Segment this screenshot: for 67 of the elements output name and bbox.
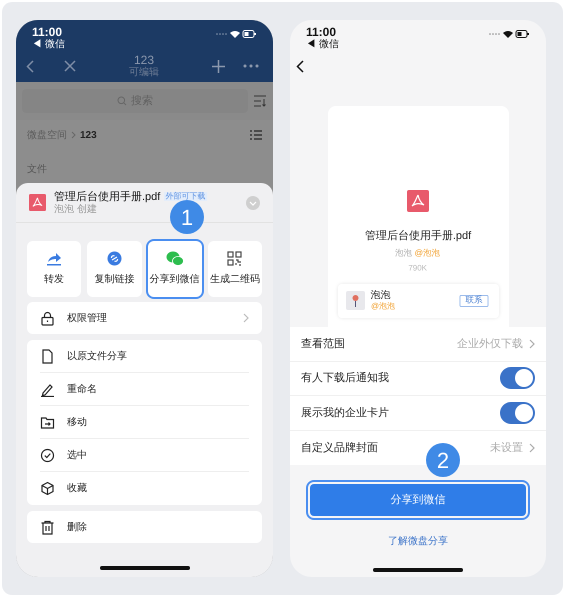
share-to-wechat-button[interactable]: 分享到微信 [310, 484, 526, 516]
owner-tag: @泡泡 [414, 246, 441, 260]
status-time: 11:00 [32, 26, 64, 39]
menu-item[interactable]: 以原文件分享 [40, 340, 249, 373]
menu-item[interactable]: 收藏 [40, 472, 249, 505]
lock-icon [40, 310, 55, 326]
file-name: 管理后台使用手册.pdf [364, 229, 472, 244]
wechat-icon [166, 251, 184, 266]
share-action-tile[interactable]: 分享到微信 [148, 241, 202, 297]
back-to-app-link[interactable]: ◀ 微信 [32, 39, 65, 51]
learn-more-link[interactable]: 了解微盘分享 [388, 534, 448, 549]
folder-arrow-icon [40, 414, 55, 430]
more-icon[interactable] [243, 64, 259, 68]
back-icon[interactable] [296, 60, 304, 73]
sort-icon[interactable] [254, 95, 267, 107]
status-time: 11:00 [306, 26, 338, 39]
permission-menu-item[interactable]: 权限管理 [27, 302, 262, 334]
setting-label[interactable]: 有人下载后通知我 [301, 370, 389, 386]
qr-code-icon [227, 251, 242, 266]
toggle-switch[interactable] [500, 402, 535, 424]
cube-icon [40, 481, 55, 496]
search-icon [117, 96, 127, 106]
file-name: 管理后台使用手册.pdf [54, 190, 160, 204]
document-icon [40, 348, 55, 364]
plus-icon[interactable] [212, 60, 225, 72]
folder-title: 123 [134, 54, 154, 67]
link-icon [106, 251, 122, 266]
trash-icon [40, 520, 55, 534]
close-icon[interactable] [64, 60, 76, 72]
setting-label[interactable]: 展示我的企业卡片 [301, 404, 389, 421]
contact-button[interactable]: 联系 [459, 294, 488, 306]
status-icons [488, 29, 530, 39]
setting-value: 企业外仅下载 [457, 336, 523, 352]
owner-name: 泡泡 [395, 247, 412, 260]
share-action-tile[interactable]: 复制链接 [87, 241, 142, 297]
list-view-icon[interactable] [250, 130, 262, 140]
chevron-right-icon [529, 338, 535, 349]
file-meta: 泡泡 创建 [54, 204, 98, 216]
step-badge: 1 [170, 200, 204, 234]
setting-value: 未设置 [490, 440, 523, 456]
chevron-right-icon [243, 313, 249, 323]
contact-org: @泡泡 [370, 302, 396, 310]
share-action-tile[interactable]: 生成二维码 [208, 241, 262, 297]
share-action-tile[interactable]: 转发 [27, 241, 82, 297]
pdf-icon [29, 194, 46, 211]
toggle-switch[interactable] [500, 367, 535, 390]
setting-label[interactable]: 自定义品牌封面 [301, 440, 378, 456]
step-badge: 2 [426, 443, 460, 477]
folder-permission-label: 可编辑 [129, 67, 159, 78]
pencil-icon [40, 382, 55, 396]
chevron-right-icon [529, 442, 535, 453]
forward-arrow-icon [46, 252, 62, 266]
contact-name: 泡泡 [370, 290, 392, 300]
delete-menu-item[interactable]: 删除 [27, 511, 262, 543]
file-size: 790K [408, 262, 428, 274]
menu-item[interactable]: 选中 [40, 439, 249, 472]
back-to-app-link[interactable]: ◀ 微信 [306, 39, 339, 51]
breadcrumb-separator-icon [71, 131, 76, 139]
menu-item[interactable]: 重命名 [40, 373, 249, 406]
section-label: 文件 [27, 164, 47, 175]
breadcrumb-item[interactable]: 123 [80, 128, 97, 142]
menu-item[interactable]: 移动 [40, 406, 249, 439]
pdf-icon [407, 190, 429, 212]
status-icons [215, 29, 257, 39]
access-tag: 外部可下载 [164, 192, 208, 201]
check-circle-icon [40, 448, 55, 462]
setting-label[interactable]: 查看范围 [301, 336, 345, 352]
